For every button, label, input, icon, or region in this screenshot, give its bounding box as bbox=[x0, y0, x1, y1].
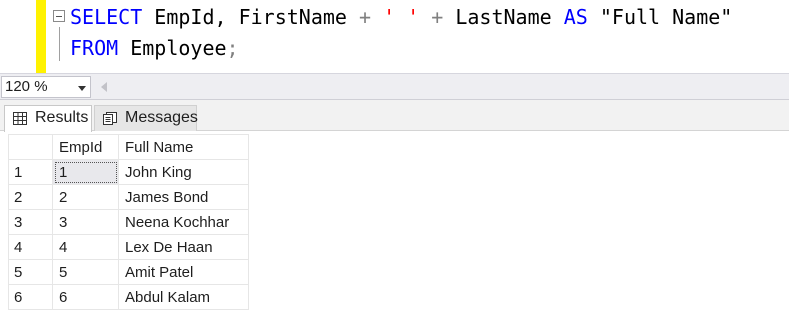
lastname-column: LastName bbox=[443, 5, 564, 29]
messages-icon bbox=[103, 112, 117, 125]
grid-header-row: EmpId Full Name bbox=[8, 134, 249, 160]
row-number[interactable]: 3 bbox=[8, 209, 53, 235]
row-number[interactable]: 6 bbox=[8, 284, 53, 310]
editor-status-strip: 120 % bbox=[0, 73, 789, 100]
zoom-dropdown[interactable]: 120 % bbox=[1, 76, 91, 98]
cell-full-name[interactable]: Abdul Kalam bbox=[118, 284, 249, 310]
row-number[interactable]: 2 bbox=[8, 184, 53, 210]
cell-empid[interactable]: 2 bbox=[52, 184, 119, 210]
table-row[interactable]: 1 1 John King bbox=[8, 159, 249, 185]
cell-empid[interactable]: 1 bbox=[52, 159, 119, 185]
row-number[interactable]: 1 bbox=[8, 159, 53, 185]
table-row[interactable]: 3 3 Neena Kochhar bbox=[8, 209, 249, 235]
tab-results[interactable]: Results bbox=[4, 105, 92, 132]
keyword-as: AS bbox=[563, 5, 588, 29]
cell-empid[interactable]: 3 bbox=[52, 209, 119, 235]
collapse-icon[interactable] bbox=[53, 10, 65, 22]
select-columns: EmpId, FirstName bbox=[142, 5, 359, 29]
tab-messages-label: Messages bbox=[125, 109, 198, 126]
code-line-2[interactable]: FROM Employee; bbox=[70, 36, 239, 60]
cell-full-name[interactable]: Lex De Haan bbox=[118, 234, 249, 260]
tab-results-label: Results bbox=[35, 109, 89, 126]
sql-editor[interactable]: SELECT EmpId, FirstName + ' ' + LastName… bbox=[0, 0, 789, 73]
row-number[interactable]: 5 bbox=[8, 259, 53, 285]
zoom-value: 120 % bbox=[5, 78, 48, 95]
column-header-empid[interactable]: EmpId bbox=[52, 134, 119, 160]
plus-operator: + bbox=[359, 5, 372, 29]
semicolon: ; bbox=[226, 36, 239, 60]
table-row[interactable]: 6 6 Abdul Kalam bbox=[8, 284, 249, 310]
string-literal: ' ' bbox=[383, 5, 420, 29]
change-tracking-margin bbox=[36, 0, 46, 73]
keyword-from: FROM bbox=[70, 36, 119, 60]
column-header-full-name[interactable]: Full Name bbox=[118, 134, 249, 160]
plus-operator: + bbox=[431, 5, 444, 29]
cell-empid[interactable]: 6 bbox=[52, 284, 119, 310]
table-row[interactable]: 5 5 Amit Patel bbox=[8, 259, 249, 285]
keyword-select: SELECT bbox=[70, 5, 143, 29]
row-header-corner[interactable] bbox=[8, 134, 53, 160]
code-line-1[interactable]: SELECT EmpId, FirstName + ' ' + LastName… bbox=[70, 5, 732, 29]
table-row[interactable]: 4 4 Lex De Haan bbox=[8, 234, 249, 260]
cell-full-name[interactable]: Amit Patel bbox=[118, 259, 249, 285]
column-alias: "Full Name" bbox=[587, 5, 733, 29]
scroll-left-arrow-icon[interactable] bbox=[101, 82, 107, 92]
cell-empid[interactable]: 5 bbox=[52, 259, 119, 285]
chevron-down-icon[interactable] bbox=[78, 86, 86, 91]
results-tab-strip: Results Messages bbox=[0, 100, 789, 132]
cell-full-name[interactable]: James Bond bbox=[118, 184, 249, 210]
grid-icon bbox=[13, 112, 27, 125]
cell-empid[interactable]: 4 bbox=[52, 234, 119, 260]
table-name: Employee bbox=[118, 36, 227, 60]
row-number[interactable]: 4 bbox=[8, 234, 53, 260]
tab-messages[interactable]: Messages bbox=[94, 105, 198, 131]
results-grid[interactable]: EmpId Full Name 1 1 John King 2 2 James … bbox=[8, 134, 249, 310]
table-row[interactable]: 2 2 James Bond bbox=[8, 184, 249, 210]
fold-guide-line bbox=[59, 27, 60, 61]
cell-full-name[interactable]: John King bbox=[118, 159, 249, 185]
cell-full-name[interactable]: Neena Kochhar bbox=[118, 209, 249, 235]
